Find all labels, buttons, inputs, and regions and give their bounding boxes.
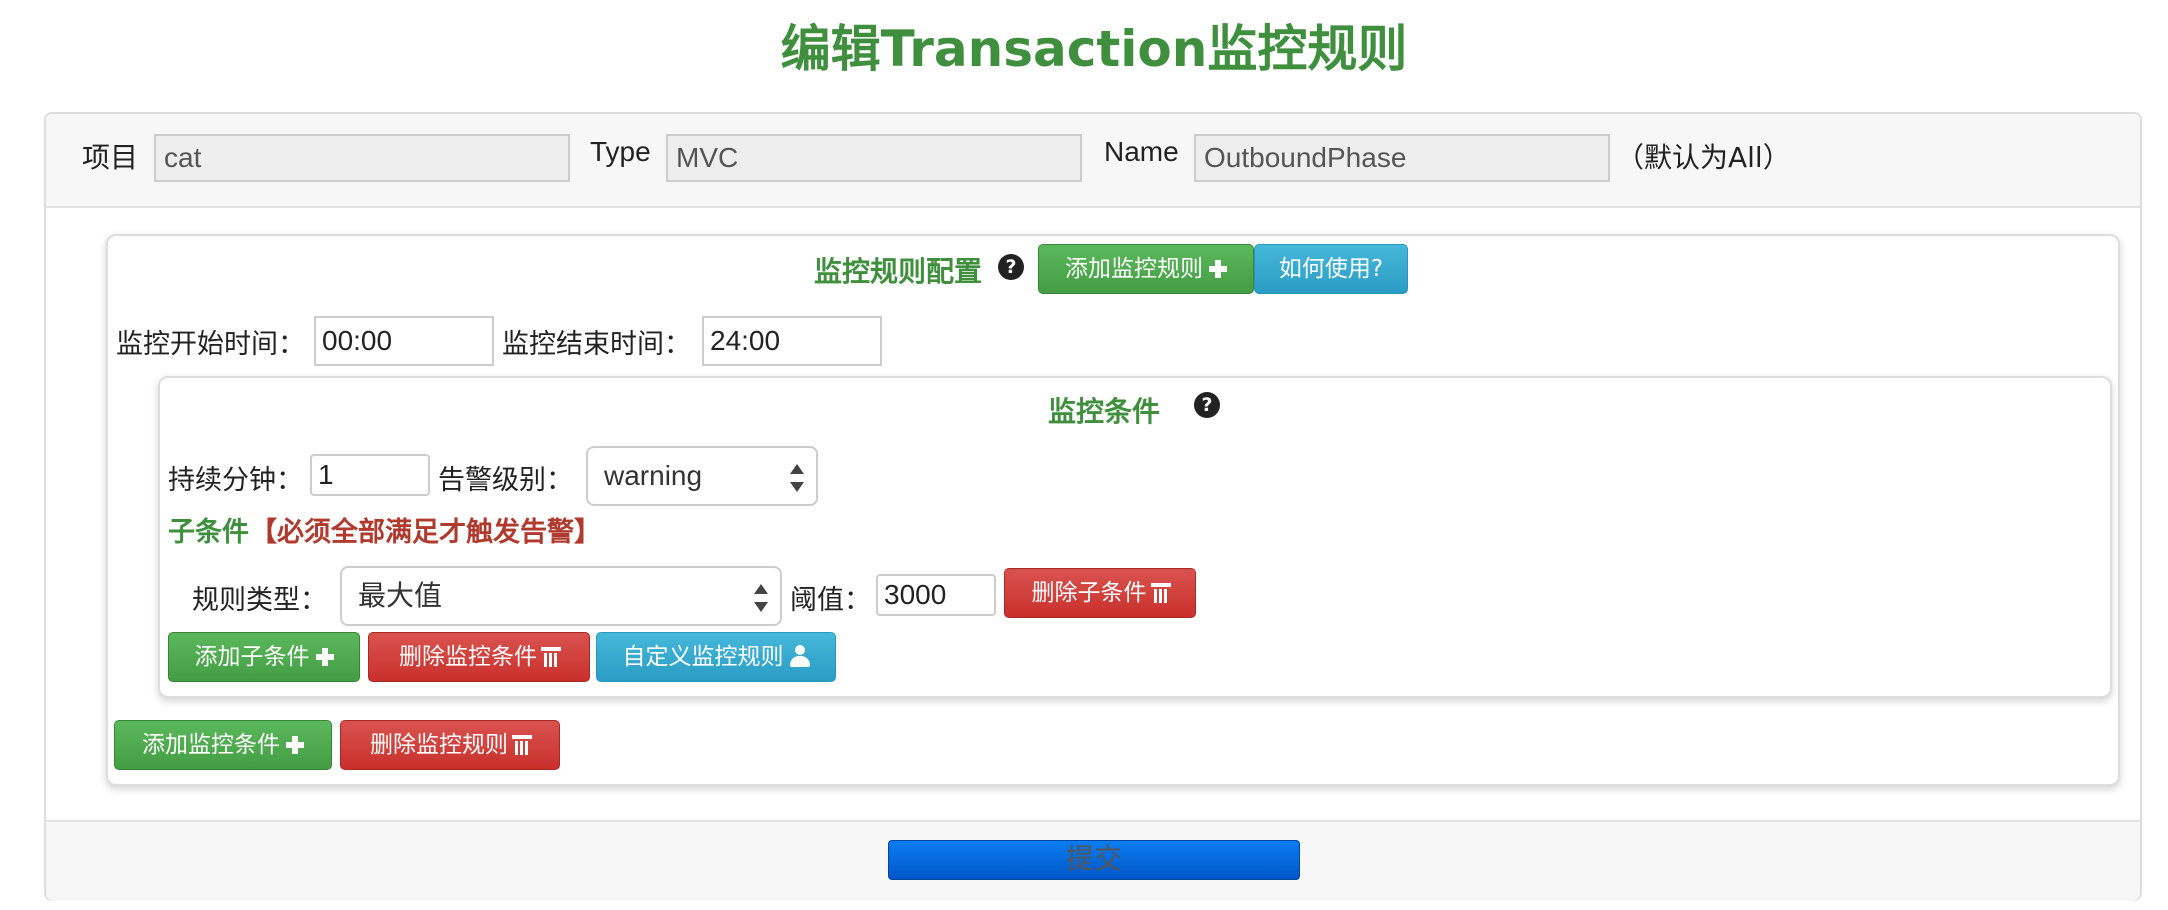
duration-label: 持续分钟： [168,465,303,496]
page-title: 编辑Transaction监控规则 [780,20,1408,78]
add-rule-label: 添加监控规则 [1065,256,1203,282]
add-condition-label: 添加监控条件 [142,732,280,758]
start-time-input[interactable]: 00:00 [314,316,494,366]
name-label: Name [1104,136,1179,167]
sub-condition-title: 子条件 [168,517,249,548]
add-sub-condition-label: 添加子条件 [194,644,310,670]
plus-icon [1209,260,1227,278]
type-label: Type [590,136,651,167]
start-time-label: 监控开始时间： [116,329,305,360]
trash-icon [1150,583,1171,603]
delete-sub-condition-button[interactable]: 删除子条件 [1004,568,1196,618]
rule-config-card: 监控规则配置 ? 添加监控规则 如何使用? 监控开始时间： 00:00 监控结束… [106,234,2120,786]
submit-bar: 提交 [46,820,2140,901]
end-time-label: 监控结束时间： [502,329,691,360]
delete-rule-button[interactable]: 删除监控规则 [340,720,560,770]
add-condition-button[interactable]: 添加监控条件 [114,720,332,770]
rule-form: 项目 cat Type MVC Name OutboundPhase （默认为A… [44,112,2142,901]
custom-rule-button[interactable]: 自定义监控规则 [596,632,836,682]
sub-condition-note: 【必须全部满足才触发告警】 [250,517,601,548]
submit-button[interactable]: 提交 [888,840,1300,880]
user-icon [789,645,810,667]
rule-type-select[interactable]: 最大值 [340,566,782,626]
plus-icon [286,736,304,754]
question-circle-icon[interactable]: ? [998,254,1024,280]
select-arrows-icon [754,584,768,612]
condition-card: 监控条件 ? 持续分钟： 1 告警级别： warning 子条件 【必须全部满足… [158,376,2112,698]
condition-title: 监控条件 [1048,395,1161,428]
name-hint: （默认为All） [1616,141,1791,174]
alert-level-label: 告警级别： [438,465,573,496]
how-to-use-button[interactable]: 如何使用? [1254,244,1408,294]
plus-icon [315,648,334,666]
end-time-input[interactable]: 24:00 [702,316,882,366]
duration-input[interactable]: 1 [310,454,430,496]
question-circle-icon[interactable]: ? [1194,392,1220,418]
rule-type-label: 规则类型： [192,585,327,616]
type-field[interactable]: MVC [666,134,1082,182]
rule-type-value: 最大值 [358,580,443,611]
rule-config-title: 监控规则配置 [814,255,983,288]
name-field[interactable]: OutboundPhase [1194,134,1610,182]
alert-level-value: warning [604,460,703,491]
delete-condition-button[interactable]: 删除监控条件 [368,632,590,682]
threshold-input[interactable]: 3000 [876,574,996,616]
identity-bar: 项目 cat Type MVC Name OutboundPhase （默认为A… [46,114,2140,208]
delete-condition-label: 删除监控条件 [399,644,537,670]
delete-rule-label: 删除监控规则 [370,732,508,758]
custom-rule-label: 自定义监控规则 [622,644,784,670]
delete-sub-condition-label: 删除子条件 [1031,580,1147,606]
add-rule-button[interactable]: 添加监控规则 [1038,244,1254,294]
add-sub-condition-button[interactable]: 添加子条件 [168,632,360,682]
trash-icon [541,647,561,667]
select-arrows-icon [790,464,804,492]
alert-level-select[interactable]: warning [586,446,818,506]
project-label: 项目 [82,141,139,174]
trash-icon [512,735,532,755]
threshold-label: 阈值： [790,585,871,616]
project-field[interactable]: cat [154,134,570,182]
